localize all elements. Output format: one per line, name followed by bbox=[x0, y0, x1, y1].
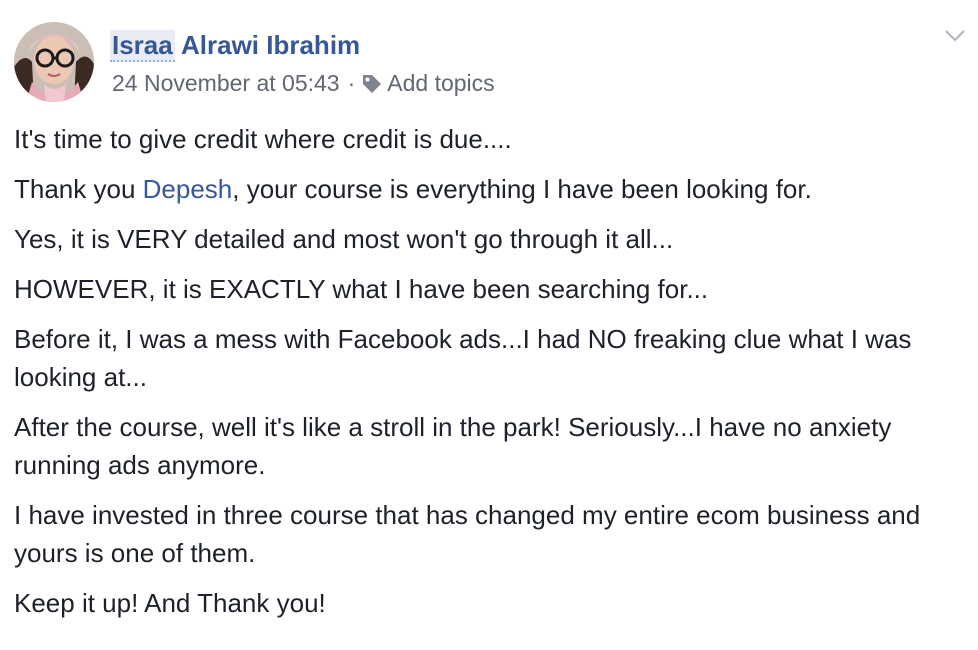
add-topics-link[interactable]: Add topics bbox=[387, 68, 494, 98]
tag-icon bbox=[361, 72, 383, 94]
post-paragraph: Keep it up! And Thank you! bbox=[14, 588, 326, 618]
avatar[interactable] bbox=[14, 22, 94, 102]
author-name: Israa Alrawi Ibrahim bbox=[110, 28, 360, 62]
post-body: It's time to give credit where credit is… bbox=[14, 120, 964, 634]
meta-separator: · bbox=[347, 70, 356, 96]
post-card: Israa Alrawi Ibrahim 24 November at 05:4… bbox=[0, 0, 978, 650]
author-first-name-link[interactable]: Israa bbox=[110, 30, 175, 62]
paragraph-text: , your course is everything I have been … bbox=[232, 174, 812, 204]
post-paragraph: Thank you Depesh, your course is everyth… bbox=[14, 170, 964, 208]
post-meta: 24 November at 05:43 · Add topics bbox=[112, 68, 495, 98]
timestamp-link[interactable]: 24 November at 05:43 bbox=[112, 68, 340, 98]
post-paragraph: HOWEVER, it is EXACTLY what I have been … bbox=[14, 274, 709, 304]
post-paragraph: Yes, it is VERY detailed and most won't … bbox=[14, 224, 674, 254]
paragraph-text: Thank you bbox=[14, 174, 143, 204]
author-last-name-link[interactable]: Alrawi Ibrahim bbox=[181, 30, 360, 60]
post-paragraph: Before it, I was a mess with Facebook ad… bbox=[14, 324, 912, 392]
chevron-down-icon[interactable] bbox=[944, 28, 966, 44]
post-paragraph: It's time to give credit where credit is… bbox=[14, 124, 512, 154]
post-paragraph: I have invested in three course that has… bbox=[14, 500, 921, 568]
post-paragraph: After the course, well it's like a strol… bbox=[14, 412, 892, 480]
mention-link[interactable]: Depesh bbox=[143, 174, 233, 204]
